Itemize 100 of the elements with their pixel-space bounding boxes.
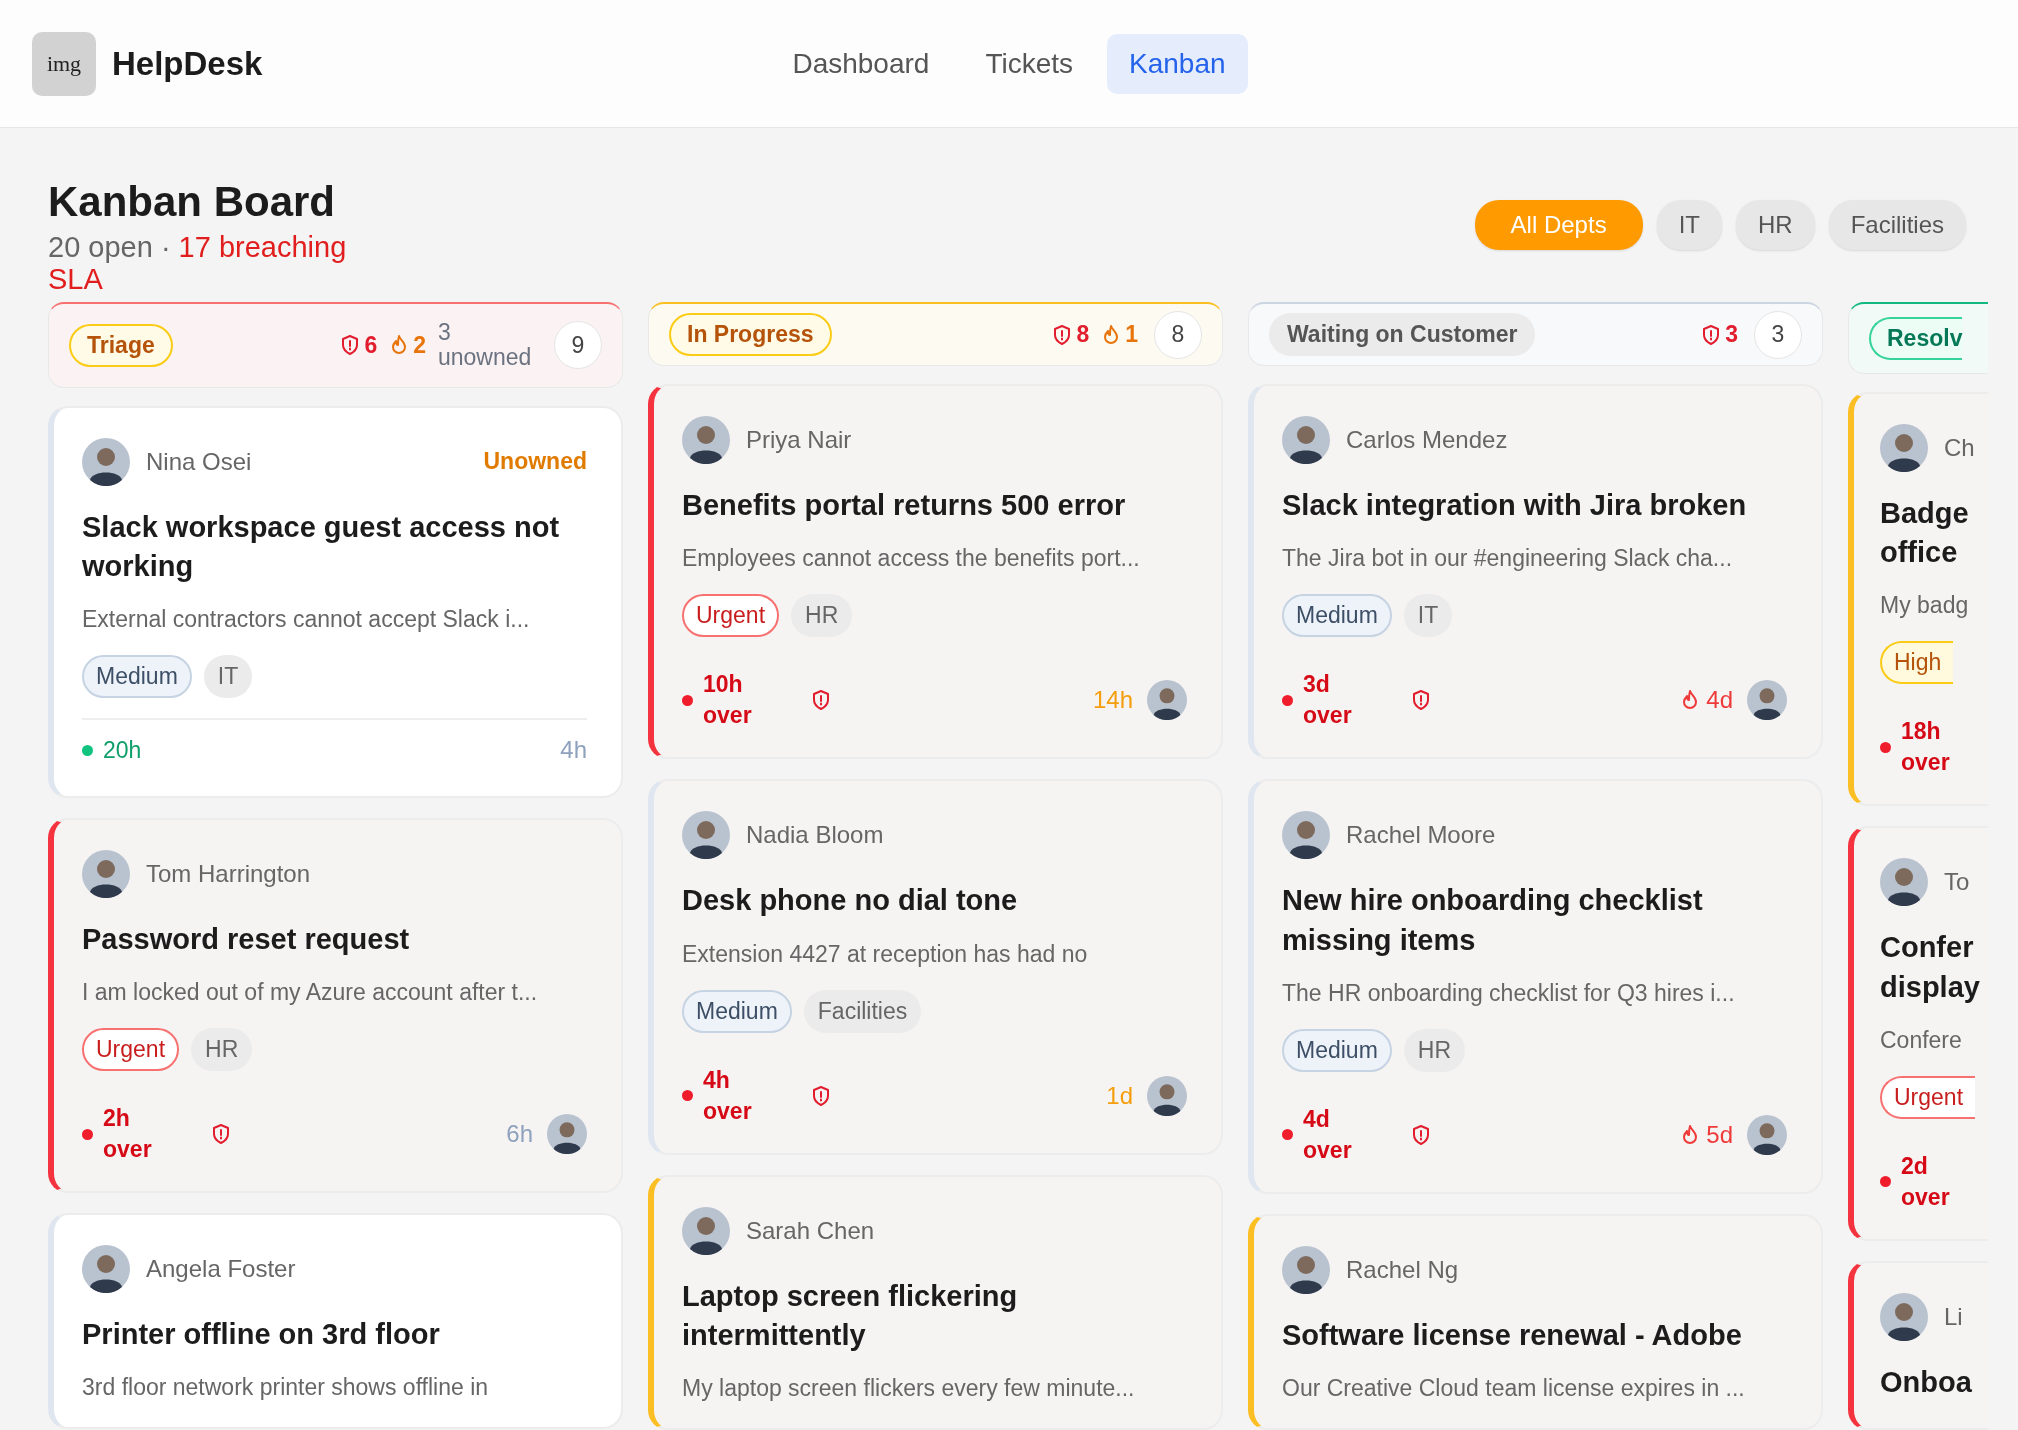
ticket-count: 3 [1754,310,1802,359]
department-tag: HR [191,1028,253,1072]
breach-count: 8 [1076,321,1090,348]
ticket-card[interactable]: Tom Harrington Password reset request I am locked out of my Azure account after t... Urgent HR 2h over 6h [48,818,623,1194]
priority-tag: Medium [682,989,792,1033]
nav-tab[interactable]: Tickets [963,33,1096,94]
sla-status-dot [682,1090,693,1102]
ticket-card[interactable]: Rachel Ng Software license renewal - Adobe Our Creative Cloud team license expires in ... [1248,1213,1823,1430]
priority-tag: Urgent [82,1028,180,1072]
sla-timer: 2d over [1901,1151,1951,1212]
sla-status-dot [682,694,693,706]
avatar-icon [682,1206,730,1255]
avatar-icon [82,1245,130,1294]
ticket-description: Confere [1880,1026,1963,1054]
sla-status-dot [1282,1129,1293,1141]
ticket-card[interactable]: Nina Osei Unowned Slack workspace guest access not working External contractors cannot accept Slack i... Medium IT 20h 4h [48,405,623,799]
hot-count: 2 [413,331,426,359]
department-filter[interactable]: IT [1656,200,1722,250]
ticket-card[interactable]: Rachel Moore New hire onboarding checklist missing items The HR onboarding checklist for Q3 hires i... Medium HR 4d over 5d [1248,779,1823,1194]
avatar-icon [82,850,130,899]
priority-tag: Medium [82,655,192,699]
ticket-card[interactable]: Priya Nair Benefits portal returns 500 error Employees cannot access the benefits port... Urgent HR 10h over 14h [648,384,1223,760]
department-tag: IT [1403,594,1453,638]
avatar-icon [682,811,730,860]
sla-status-dot [82,744,93,756]
owner-status: Unowned [483,448,587,476]
shield-alert-icon [1701,323,1722,346]
hot-count: 1 [1125,321,1138,348]
ticket-title: Laptop screen flickering intermittently [682,1278,1019,1353]
column-status: Waiting on Customer [1269,313,1536,356]
sla-timer: 10h over [703,670,753,731]
ticket-age: 14h [1092,686,1133,715]
sla-status-dot [1880,741,1891,753]
sla-timer: 2h over [103,1104,153,1165]
avatar-icon [1282,811,1330,860]
shield-alert-icon [340,334,361,357]
avatar-icon [1880,424,1928,473]
ticket-title: Slack workspace guest access not working [82,509,561,584]
department-filter[interactable]: HR [1735,200,1815,250]
requester-name: Tom Harrington [146,860,311,889]
priority-tag: Urgent [1880,1075,1976,1119]
department-tag: HR [1403,1028,1466,1072]
ticket-title: Benefits portal returns 500 error [682,488,1127,524]
avatar-icon [682,416,730,465]
ticket-count: 8 [1154,310,1202,359]
ticket-title: Desk phone no dial tone [682,883,1019,919]
avatar-icon [82,437,130,486]
ticket-title: Confer display [1880,930,1981,1005]
ticket-title: Badge office [1880,496,1970,571]
breach-count: 6 [364,331,378,359]
sla-timer: 18h over [1901,717,1951,778]
priority-tag: Urgent [682,594,780,638]
priority-tag: High [1880,641,1954,685]
ticket-card[interactable]: Ch Badge office My badg High 18h over [1848,392,1988,807]
ticket-description: The HR onboarding checklist for Q3 hires i... [1282,979,1736,1007]
requester-name: Angela Foster [146,1255,296,1284]
ticket-card[interactable]: Carlos Mendez Slack integration with Jira broken The Jira bot in our #engineering Slack cha... Medium IT 3d over 4d [1248,384,1823,760]
ticket-description: Extension 4427 at reception has had no [682,940,1089,968]
ticket-age: 1d [1106,1081,1133,1110]
ticket-count: 9 [554,321,602,370]
ticket-card[interactable]: Angela Foster Printer offline on 3rd floor 3rd floor network printer shows offline in [48,1213,623,1430]
avatar-icon [1282,1245,1330,1294]
requester-name: Sarah Chen [746,1216,875,1245]
column-status: Resolv [1869,316,1963,360]
avatar-icon [1880,858,1928,907]
shield-alert-icon [1052,323,1073,346]
ticket-card[interactable]: Li Onboa [1848,1260,1988,1430]
column-status: In Progress [669,313,832,356]
ticket-description: External contractors cannot accept Slack i... [82,606,531,634]
nav-tab[interactable]: Dashboard [770,33,952,94]
ticket-age: 4h [560,736,587,765]
avatar-icon [1282,416,1330,465]
nav-tab[interactable]: Kanban [1107,33,1248,94]
ticket-title: Onboa [1880,1364,1973,1400]
breach-count: 3 [1725,321,1738,348]
requester-name: Nadia Bloom [746,821,884,850]
department-tag: HR [791,594,853,638]
ticket-title: Password reset request [82,922,411,958]
priority-tag: Medium [1282,594,1392,638]
sla-timer: 3d over [1303,670,1353,731]
ticket-card[interactable]: Nadia Bloom Desk phone no dial tone Extension 4427 at reception has had no Medium Facilities 4h over 1d [648,779,1223,1155]
ticket-age: 6h [506,1120,533,1149]
ticket-title: Printer offline on 3rd floor [82,1317,441,1353]
ticket-description: My badg [1880,592,1970,620]
ticket-description: The Jira bot in our #engineering Slack cha... [1282,545,1734,573]
column-status: Triage [69,323,173,367]
department-filter[interactable]: Facilities [1828,200,1966,250]
department-tag: IT [203,655,253,699]
requester-name: Ch [1944,434,1975,463]
requester-name: Carlos Mendez [1346,426,1508,455]
requester-name: Li [1944,1302,1963,1331]
sla-status-dot [1282,694,1293,706]
ticket-title: New hire onboarding checklist missing items [1282,883,1704,958]
logo: img [32,31,96,96]
page-title: Kanban Board [48,178,337,226]
requester-name: Rachel Moore [1346,821,1496,850]
ticket-card[interactable]: To Confer display Confere Urgent 2d over [1848,826,1988,1241]
ticket-card[interactable]: Sarah Chen Laptop screen flickering intermittently My laptop screen flickers every few minute... [648,1174,1223,1430]
requester-name: To [1944,868,1970,897]
sla-timer: 20h [103,736,142,764]
